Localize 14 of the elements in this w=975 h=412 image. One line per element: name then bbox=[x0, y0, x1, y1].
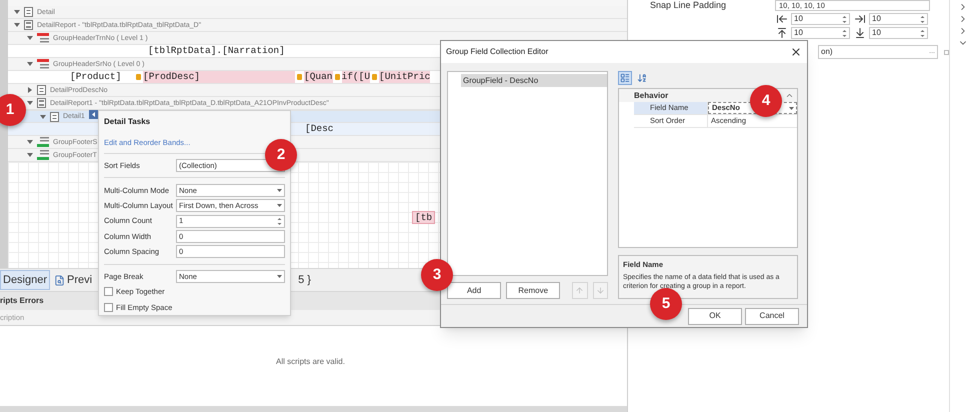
property-label: Snap Line Padding bbox=[649, 0, 728, 12]
field-label: if([U bbox=[342, 71, 370, 83]
field-label: [tblRptData].[Narration] bbox=[148, 45, 285, 57]
popup-title: Detail Tasks bbox=[104, 116, 152, 128]
field-label: [Quan bbox=[304, 71, 333, 83]
status-message: All scripts are valid. bbox=[276, 356, 345, 368]
panel-title: ripts Errors bbox=[0, 295, 44, 307]
field-label: [Desc bbox=[305, 123, 334, 135]
category-label: Behavior bbox=[634, 90, 668, 102]
field-label: [tb bbox=[412, 211, 436, 224]
dialog-title: Group Field Collection Editor bbox=[446, 46, 548, 58]
field-label: [Product] bbox=[70, 71, 122, 83]
field-label: [UnitPric bbox=[379, 71, 430, 83]
field-label: [ProdDesc] bbox=[143, 71, 295, 83]
